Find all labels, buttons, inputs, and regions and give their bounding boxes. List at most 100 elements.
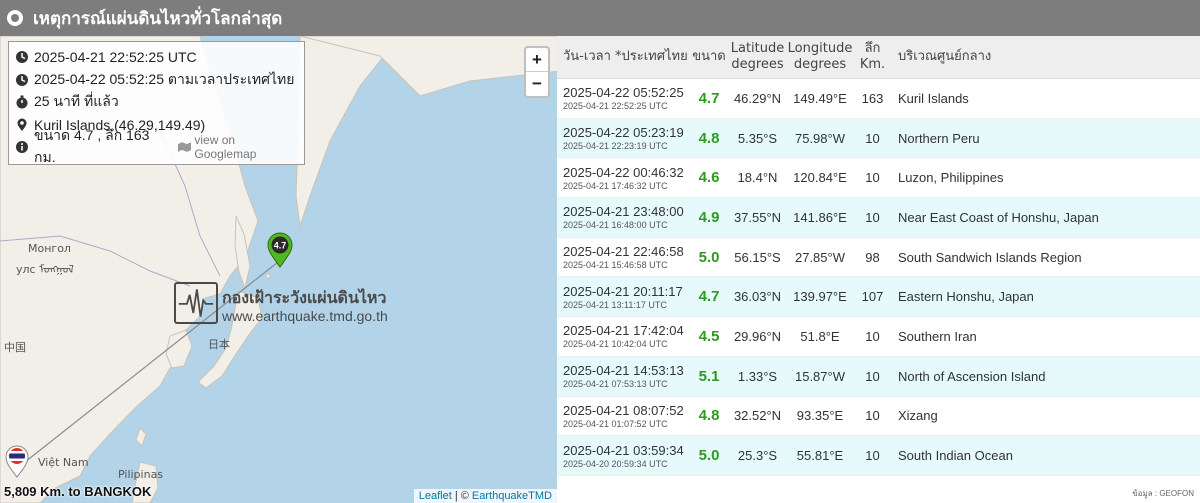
map-icon [177, 142, 192, 153]
header-region: บริเวณศูนย์กลาง [898, 49, 992, 64]
cell-longitude: 27.85°W [794, 249, 845, 265]
cell-region: Near East Coast of Honshu, Japan [898, 209, 1099, 225]
cell-longitude: 139.97°E [793, 289, 847, 305]
cell-region: Xizang [898, 408, 938, 424]
cell-latitude: 18.4°N [737, 170, 778, 186]
thai-time: 2025-04-21 20:11:17 [563, 283, 683, 299]
cell-region: South Sandwich Islands Region [898, 249, 1082, 265]
marker-magnitude-label: 4.7 [274, 241, 287, 251]
utc-time: 2025-04-21 17:46:32 UTC [563, 180, 668, 191]
thai-time: 2025-04-21 14:53:13 [563, 363, 684, 379]
cell-depth: 10 [865, 408, 880, 424]
utc-time: 2025-04-21 10:42:04 UTC [563, 339, 668, 350]
info-magnitude-depth: ขนาด 4.7 , ลึก 163 กม. [34, 127, 150, 166]
cell-longitude: 15.87°W [794, 368, 845, 384]
cell-longitude: 141.86°E [793, 209, 847, 225]
cell-datetime: 2025-04-21 22:46:58 2025-04-21 15:46:58 U… [557, 238, 690, 277]
radio-icon [7, 10, 23, 26]
cell-longitude: 75.98°W [794, 130, 845, 146]
cell-datetime: 2025-04-22 05:23:19 2025-04-21 22:23:19 U… [557, 119, 690, 158]
table-row[interactable]: 2025-04-21 14:53:13 2025-04-21 07:53:13 U… [557, 356, 1200, 397]
cell-latitude: 5.35°S [737, 130, 778, 146]
cell-magnitude: 4.7 [698, 288, 720, 306]
cell-region: South Indian Ocean [898, 448, 1013, 464]
info-icon [16, 141, 28, 154]
cell-latitude: 36.03°N [733, 289, 782, 305]
map-view[interactable]: Монгол улс ᠮᠣᠩᠭᠣᠯ 中国 日本 Việt Nam Pilipin… [0, 36, 557, 503]
watermark-url: www.earthquake.tmd.go.th [222, 308, 388, 324]
cell-magnitude: 5.0 [698, 447, 720, 465]
map-pin-icon [17, 118, 27, 131]
attribution-separator: | © [451, 490, 472, 502]
info-thai-time: 2025-04-22 05:52:25 ตามเวลาประเทศไทย [34, 70, 295, 87]
zoom-in-button[interactable]: + [526, 48, 548, 72]
utc-time: 2025-04-20 20:59:34 UTC [563, 458, 668, 469]
cell-magnitude: 4.5 [698, 327, 720, 345]
table-row[interactable]: 2025-04-22 05:52:25 2025-04-21 22:52:25 U… [557, 79, 1200, 119]
cell-depth: 98 [865, 249, 880, 265]
info-utc-row: 2025-04-21 22:52:25 UTC [15, 46, 298, 69]
cell-depth: 10 [865, 328, 880, 344]
header-depth: ลึก Km. [859, 41, 886, 72]
cell-datetime: 2025-04-21 17:42:04 2025-04-21 10:42:04 U… [557, 317, 690, 356]
cell-depth: 10 [865, 368, 880, 384]
info-utc-time: 2025-04-21 22:52:25 UTC [34, 49, 197, 66]
thai-time: 2025-04-22 05:23:19 [563, 125, 684, 141]
table-row[interactable]: 2025-04-21 22:46:58 2025-04-21 15:46:58 U… [557, 237, 1200, 278]
cell-latitude: 29.96°N [733, 328, 782, 344]
cell-longitude: 149.49°E [793, 90, 847, 106]
info-ago-row: 25 นาที ที่แล้ว [15, 91, 298, 114]
view-on-googlemap-link[interactable]: view on Googlemap [177, 133, 298, 162]
earthquake-marker[interactable]: 4.7 [266, 232, 294, 268]
cell-magnitude: 4.8 [698, 407, 720, 425]
cell-datetime: 2025-04-21 20:11:17 2025-04-21 13:11:17 U… [557, 277, 690, 316]
view-on-googlemap-label: view on Googlemap [194, 133, 257, 162]
thai-time: 2025-04-21 08:07:52 [563, 402, 684, 418]
map-label-mongolia-script: улс ᠮᠣᠩᠭᠣᠯ [16, 263, 74, 276]
event-info-box: 2025-04-21 22:52:25 UTC 2025-04-22 05:52… [8, 41, 305, 165]
cell-magnitude: 4.7 [698, 89, 720, 107]
utc-time: 2025-04-21 07:53:13 UTC [563, 379, 668, 390]
cell-magnitude: 4.9 [698, 208, 720, 226]
cell-region: Luzon, Philippines [898, 170, 1004, 186]
map-label-japan: 日本 [208, 338, 230, 351]
earthquake-tmd-link[interactable]: EarthquakeTMD [472, 490, 552, 502]
table-row[interactable]: 2025-04-21 17:42:04 2025-04-21 10:42:04 U… [557, 317, 1200, 357]
cell-region: Southern Iran [898, 328, 977, 344]
utc-time: 2025-04-21 15:46:58 UTC [563, 260, 668, 271]
earthquake-table: วัน-เวลา *ประเทศไทย ขนาด Latitude degree… [557, 36, 1200, 503]
table-row[interactable]: 2025-04-21 20:11:17 2025-04-21 13:11:17 U… [557, 277, 1200, 318]
thai-time: 2025-04-21 22:46:58 [563, 244, 684, 260]
table-body: 2025-04-22 05:52:25 2025-04-21 22:52:25 U… [557, 79, 1200, 476]
info-detail-row: ขนาด 4.7 , ลึก 163 กม. view on Googlemap [15, 127, 298, 165]
page-title: เหตุการณ์แผ่นดินไหวทั่วโลกล่าสุด [33, 8, 283, 29]
cell-latitude: 37.55°N [733, 209, 782, 225]
thai-time: 2025-04-21 23:48:00 [563, 204, 684, 220]
cell-depth: 10 [865, 130, 880, 146]
table-row[interactable]: 2025-04-21 23:48:00 2025-04-21 16:48:00 U… [557, 198, 1200, 238]
leaflet-link[interactable]: Leaflet [419, 490, 452, 502]
cell-datetime: 2025-04-21 03:59:34 2025-04-20 20:59:34 U… [557, 436, 690, 475]
cell-magnitude: 4.6 [698, 169, 720, 187]
table-row[interactable]: 2025-04-22 05:23:19 2025-04-21 22:23:19 U… [557, 118, 1200, 159]
thailand-flag-marker[interactable] [4, 444, 30, 478]
distance-to-bangkok: 5,809 Km. to BANGKOK [4, 484, 152, 499]
map-label-vietnam: Việt Nam [38, 456, 89, 469]
table-row[interactable]: 2025-04-21 03:59:34 2025-04-20 20:59:34 U… [557, 436, 1200, 476]
utc-time: 2025-04-21 13:11:17 UTC [563, 299, 667, 310]
cell-magnitude: 5.0 [698, 248, 720, 266]
table-row[interactable]: 2025-04-21 08:07:52 2025-04-21 01:07:52 U… [557, 396, 1200, 437]
map-label-philippines: Pilipinas [118, 468, 164, 481]
cell-latitude: 56.15°S [734, 249, 781, 265]
cell-longitude: 93.35°E [796, 408, 844, 424]
cell-datetime: 2025-04-21 08:07:52 2025-04-21 01:07:52 U… [557, 397, 690, 436]
cell-latitude: 25.3°S [737, 448, 778, 464]
thai-time: 2025-04-21 03:59:34 [563, 442, 684, 458]
seismograph-icon [174, 282, 218, 324]
zoom-out-button[interactable]: − [526, 72, 548, 96]
info-time-ago: 25 นาที ที่แล้ว [34, 93, 119, 110]
tmd-watermark: กองเฝ้าระวังแผ่นดินไหว www.earthquake.tm… [174, 280, 388, 330]
cell-region: Northern Peru [898, 130, 980, 146]
cell-depth: 10 [865, 209, 880, 225]
table-row[interactable]: 2025-04-22 00:46:32 2025-04-21 17:46:32 U… [557, 158, 1200, 199]
